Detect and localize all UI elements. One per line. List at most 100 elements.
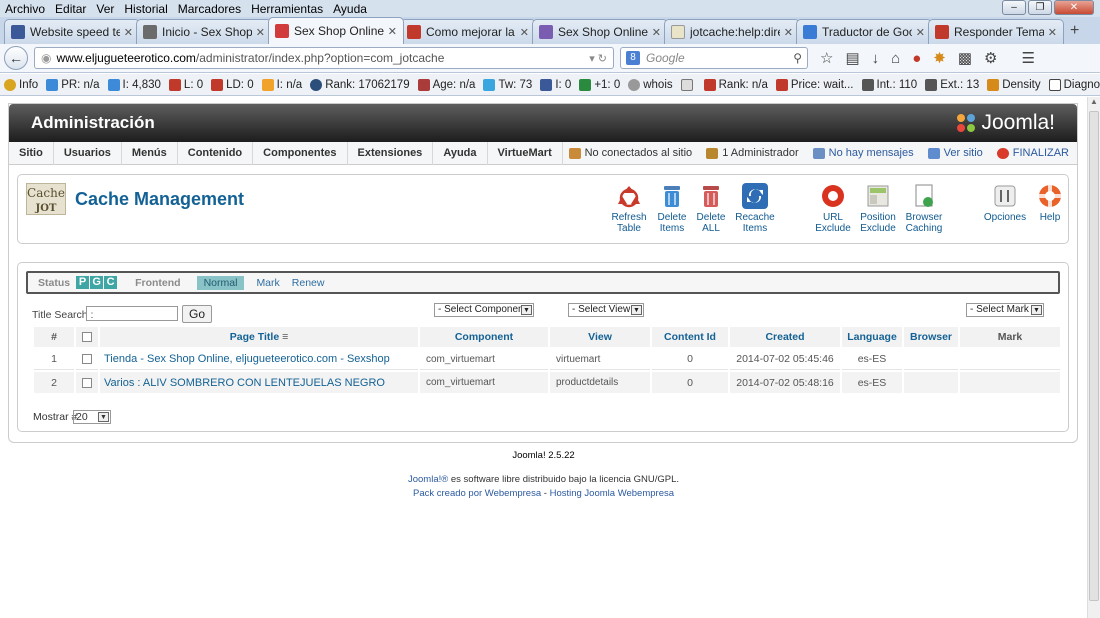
extension-icon[interactable]: ✸: [933, 49, 946, 67]
seo-internal-links[interactable]: Int.: 110: [861, 78, 917, 91]
renew-mode-link[interactable]: Renew: [292, 277, 325, 289]
limit-select[interactable]: 20 ▼: [73, 410, 111, 424]
browser-tab[interactable]: Inicio - Sex Shop ... ✕: [136, 19, 272, 44]
scroll-up-icon[interactable]: ▲: [1088, 97, 1100, 106]
url-bar[interactable]: ◉ www.eljugueteerotico.com/administrator…: [34, 47, 614, 69]
bookmarks-list-icon[interactable]: ▤: [845, 49, 859, 67]
mark-mode-link[interactable]: Mark: [256, 277, 279, 289]
seo-facebook[interactable]: I: 0: [540, 78, 571, 91]
browser-tab[interactable]: Sex Shop Online. ... ✕: [532, 19, 668, 44]
filter-p-button[interactable]: P: [76, 276, 90, 289]
select-all-checkbox[interactable]: [82, 332, 92, 343]
webempresa-link[interactable]: Pack creado por Webempresa: [413, 488, 541, 499]
seo-whois[interactable]: whois: [628, 78, 673, 91]
search-icon[interactable]: ⚲: [793, 51, 802, 65]
col-language[interactable]: Language: [842, 327, 902, 347]
normal-mode-button[interactable]: Normal: [196, 275, 245, 290]
browser-tab[interactable]: Responder Tema: ... ✕: [928, 19, 1064, 44]
browser-tab[interactable]: Como mejorar la ... ✕: [400, 19, 536, 44]
addon-icon[interactable]: ●: [912, 50, 921, 67]
restore-button[interactable]: ❐: [1028, 0, 1052, 15]
menu-editar[interactable]: Editar: [50, 2, 91, 16]
seo-source[interactable]: [680, 78, 696, 91]
extension-icon[interactable]: ▩: [958, 49, 972, 67]
menu-sitio[interactable]: Sitio: [9, 141, 54, 165]
seo-pagerank[interactable]: PR: n/a: [46, 78, 100, 91]
select-view-dropdown[interactable]: - Select View - ▼: [568, 303, 644, 317]
seo-density[interactable]: Density: [987, 78, 1041, 91]
row-title-link[interactable]: Varios : ALIV SOMBRERO CON LENTEJUELAS N…: [100, 372, 418, 393]
seo-twitter[interactable]: Tw: 73: [483, 78, 532, 91]
col-view[interactable]: View: [550, 327, 650, 347]
menu-marcadores[interactable]: Marcadores: [173, 2, 246, 16]
close-window-button[interactable]: ✕: [1054, 0, 1094, 15]
menu-virtuemart[interactable]: VirtueMart: [488, 141, 563, 165]
select-mark-dropdown[interactable]: - Select Mark - ▼: [966, 303, 1044, 317]
menu-componentes[interactable]: Componentes: [253, 141, 348, 165]
col-page-title[interactable]: Page Title ≡: [100, 327, 418, 347]
seo-external-links[interactable]: Ext.: 13: [925, 78, 979, 91]
close-tab-icon[interactable]: ✕: [1048, 26, 1057, 39]
col-browser[interactable]: Browser: [904, 327, 958, 347]
download-icon[interactable]: ↓: [872, 50, 880, 67]
row-title-link[interactable]: Tienda - Sex Shop Online, eljugueteeroti…: [100, 349, 418, 370]
new-tab-icon[interactable]: +: [1070, 22, 1079, 40]
browser-tab[interactable]: jotcache:help:dire... ✕: [664, 19, 800, 44]
col-content-id[interactable]: Content Id: [652, 327, 728, 347]
menu-archivo[interactable]: Archivo: [0, 2, 50, 16]
scroll-thumb[interactable]: [1089, 111, 1099, 601]
row-checkbox[interactable]: [82, 377, 92, 388]
recache-items-button[interactable]: Recache Items: [726, 183, 784, 234]
close-tab-icon[interactable]: ✕: [520, 26, 529, 39]
filter-g-button[interactable]: G: [90, 276, 104, 289]
vertical-scrollbar[interactable]: ▲: [1087, 97, 1100, 618]
help-button[interactable]: Help: [1021, 183, 1079, 223]
seo-links[interactable]: L: 0: [168, 78, 203, 91]
close-tab-icon[interactable]: ✕: [388, 25, 397, 38]
seo-price[interactable]: Price: wait...: [775, 78, 854, 91]
menu-menus[interactable]: Menús: [122, 141, 178, 165]
seo-linkdomains[interactable]: LD: 0: [211, 78, 254, 91]
title-search-input[interactable]: [86, 306, 178, 321]
browser-caching-button[interactable]: Browser Caching: [895, 183, 953, 234]
menu-herramientas[interactable]: Herramientas: [246, 2, 328, 16]
seo-diagnosis[interactable]: Diagnosis: [1048, 78, 1100, 91]
menu-extensiones[interactable]: Extensiones: [348, 141, 434, 165]
hosting-link[interactable]: Hosting Joomla Webempresa: [550, 488, 674, 499]
hamburger-menu-icon[interactable]: ☰: [1021, 49, 1034, 67]
close-tab-icon[interactable]: ✕: [124, 26, 133, 39]
seo-plusone[interactable]: +1: 0: [579, 78, 620, 91]
google-icon[interactable]: 8: [626, 51, 640, 65]
select-component-dropdown[interactable]: - Select Component - ▼: [434, 303, 534, 317]
col-created[interactable]: Created: [730, 327, 840, 347]
search-bar[interactable]: 8 Google ⚲: [620, 47, 808, 69]
view-site-link[interactable]: Ver sitio: [927, 147, 983, 159]
seo-age[interactable]: Age: n/a: [417, 78, 475, 91]
filter-c-button[interactable]: C: [104, 276, 118, 289]
close-tab-icon[interactable]: ✕: [652, 26, 661, 39]
browser-tab[interactable]: Traductor de Goo... ✕: [796, 19, 932, 44]
close-tab-icon[interactable]: ✕: [784, 26, 793, 39]
menu-ayuda[interactable]: Ayuda: [328, 2, 372, 16]
col-component[interactable]: Component: [420, 327, 548, 347]
reload-icon[interactable]: ▾ ↻: [589, 52, 607, 65]
menu-ayuda[interactable]: Ayuda: [433, 141, 488, 165]
messages-link[interactable]: No hay mensajes: [812, 147, 914, 159]
seo-rank[interactable]: Rank: n/a: [703, 78, 768, 91]
bookmark-star-icon[interactable]: ☆: [820, 49, 833, 67]
logout-link[interactable]: FINALIZAR: [996, 147, 1069, 159]
menu-usuarios[interactable]: Usuarios: [54, 141, 122, 165]
home-icon[interactable]: ⌂: [891, 50, 900, 67]
browser-tab-active[interactable]: Sex Shop Online. ... ✕: [268, 17, 404, 44]
minimize-button[interactable]: –: [1002, 0, 1026, 15]
seo-bing-index[interactable]: I: n/a: [261, 78, 302, 91]
tools-icon[interactable]: ⚙: [984, 49, 997, 67]
back-button[interactable]: ←: [4, 46, 28, 70]
row-checkbox[interactable]: [82, 354, 92, 365]
browser-tab[interactable]: Website speed test ✕: [4, 19, 140, 44]
seo-info[interactable]: Info: [4, 78, 38, 91]
go-button[interactable]: Go: [182, 305, 212, 323]
menu-ver[interactable]: Ver: [91, 2, 119, 16]
seo-alexa-rank[interactable]: Rank: 17062179: [310, 78, 410, 91]
close-tab-icon[interactable]: ✕: [256, 26, 265, 39]
